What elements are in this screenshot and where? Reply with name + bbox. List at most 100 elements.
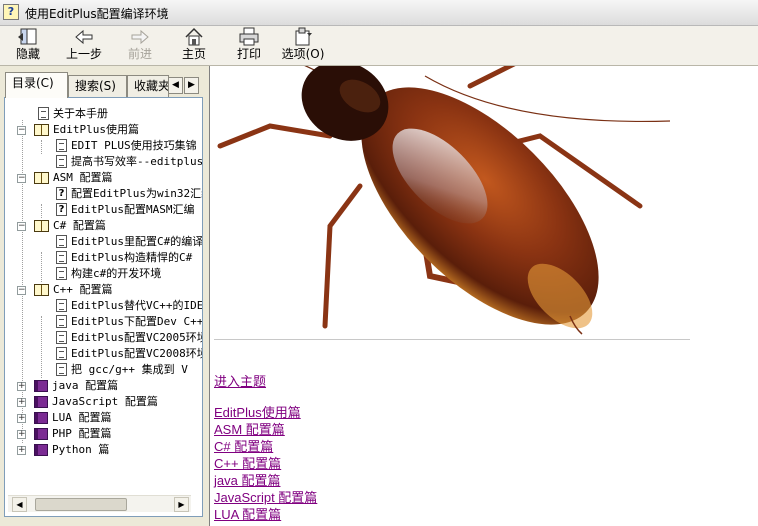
tree-folder[interactable]: Python 篇 bbox=[34, 442, 109, 458]
tree-horizontal-scrollbar[interactable]: ◀ ▶ bbox=[8, 495, 191, 512]
back-button[interactable]: 上一步 bbox=[62, 27, 106, 64]
help-app-icon[interactable]: ? bbox=[3, 4, 19, 20]
home-icon bbox=[185, 27, 203, 46]
options-label: 选项(O) bbox=[281, 47, 325, 61]
tree-connector bbox=[22, 120, 23, 443]
tree-item[interactable]: ? EditPlus配置MASM汇编 bbox=[56, 202, 194, 218]
forward-label: 前进 bbox=[127, 47, 152, 61]
tree-item[interactable]: EditPlus配置VC2005环境 bbox=[56, 330, 202, 346]
forward-arrow-icon bbox=[131, 29, 149, 45]
tree-folder[interactable]: ASM 配置篇 bbox=[34, 170, 113, 186]
tree-folder[interactable]: JavaScript 配置篇 bbox=[34, 394, 158, 410]
page-icon bbox=[56, 251, 67, 264]
scroll-thumb[interactable] bbox=[35, 498, 127, 511]
section-link[interactable]: EditPlus使用篇 bbox=[214, 404, 317, 421]
home-label: 主页 bbox=[181, 47, 206, 61]
enter-topic-link[interactable]: 进入主题 bbox=[214, 371, 266, 390]
book-closed-icon bbox=[34, 380, 48, 392]
page-icon bbox=[56, 347, 67, 360]
tab-search[interactable]: 搜索(S) bbox=[68, 75, 127, 97]
tree-item[interactable]: 提高书写效率--editplus bbox=[56, 154, 202, 170]
tree-connector bbox=[41, 140, 42, 154]
section-link[interactable]: LUA 配置篇 bbox=[214, 506, 317, 523]
collapse-toggle[interactable]: − bbox=[17, 286, 26, 295]
page-icon bbox=[56, 363, 67, 376]
expand-toggle[interactable]: + bbox=[17, 430, 26, 439]
tree-connector bbox=[41, 252, 42, 282]
home-button[interactable]: 主页 bbox=[177, 27, 211, 64]
tree-item[interactable]: 关于本手册 bbox=[38, 106, 108, 122]
tree-folder[interactable]: C++ 配置篇 bbox=[34, 282, 113, 298]
print-button[interactable]: 打印 bbox=[232, 27, 266, 64]
printer-icon bbox=[239, 27, 259, 46]
print-label: 打印 bbox=[236, 47, 261, 61]
title-bar: ? 使用EditPlus配置编译环境 bbox=[0, 0, 758, 26]
tree-folder[interactable]: PHP 配置篇 bbox=[34, 426, 112, 442]
tab-favorites[interactable]: 收藏夹 bbox=[127, 75, 169, 97]
book-closed-icon bbox=[34, 396, 48, 408]
book-closed-icon bbox=[34, 444, 48, 456]
section-link[interactable]: java 配置篇 bbox=[214, 472, 317, 489]
tab-scroll-left-icon[interactable]: ◀ bbox=[168, 77, 183, 94]
tree-item[interactable]: 把 gcc/g++ 集成到 V bbox=[56, 362, 188, 378]
hide-pane-icon bbox=[18, 28, 37, 45]
forward-button[interactable]: 前进 bbox=[123, 27, 157, 64]
topic-pane: 进入主题 EditPlus使用篇 ASM 配置篇 C# 配置篇 C++ 配置篇 … bbox=[209, 66, 758, 526]
options-icon bbox=[295, 27, 312, 46]
page-icon bbox=[56, 139, 67, 152]
back-arrow-icon bbox=[75, 29, 93, 45]
page-icon bbox=[56, 315, 67, 328]
tree-item[interactable]: EditPlus下配置Dev C++ bbox=[56, 314, 202, 330]
tree-item[interactable]: EditPlus构造精悍的C# bbox=[56, 250, 192, 266]
book-open-icon bbox=[34, 220, 49, 232]
hide-label: 隐藏 bbox=[15, 47, 40, 61]
tree-connector bbox=[41, 316, 42, 378]
book-closed-icon bbox=[34, 428, 48, 440]
options-button[interactable]: 选项(O) bbox=[280, 27, 326, 64]
tree-item[interactable]: EDIT PLUS使用技巧集锦 bbox=[56, 138, 197, 154]
expand-toggle[interactable]: + bbox=[17, 398, 26, 407]
section-link[interactable]: ASM 配置篇 bbox=[214, 421, 317, 438]
section-link[interactable]: C# 配置篇 bbox=[214, 438, 317, 455]
image-caption-strip bbox=[214, 336, 690, 340]
expand-toggle[interactable]: + bbox=[17, 414, 26, 423]
section-link-list: EditPlus使用篇 ASM 配置篇 C# 配置篇 C++ 配置篇 java … bbox=[214, 404, 317, 523]
tab-contents[interactable]: 目录(C) bbox=[5, 72, 68, 98]
collapse-toggle[interactable]: − bbox=[17, 222, 26, 231]
tree-item[interactable]: EditPlus配置VC2008环境 bbox=[56, 346, 202, 362]
toolbar: 隐藏 上一步 前进 主页 打印 选项(O) bbox=[0, 26, 758, 66]
page-icon bbox=[56, 331, 67, 344]
tree-folder[interactable]: C# 配置篇 bbox=[34, 218, 106, 234]
book-open-icon bbox=[34, 124, 49, 136]
help-page-icon: ? bbox=[56, 203, 67, 216]
scroll-left-icon[interactable]: ◀ bbox=[12, 497, 27, 512]
tree-item[interactable]: EditPlus里配置C#的编译 bbox=[56, 234, 202, 250]
navigation-pane: 目录(C) 搜索(S) 收藏夹 ◀ ▶ 关于本手册 − EditPlus使用篇 … bbox=[0, 66, 207, 526]
section-link[interactable]: JavaScript 配置篇 bbox=[214, 489, 317, 506]
book-closed-icon bbox=[34, 412, 48, 424]
tab-scroll-right-icon[interactable]: ▶ bbox=[184, 77, 199, 94]
tree-item[interactable]: EditPlus替代VC++的IDE bbox=[56, 298, 202, 314]
expand-toggle[interactable]: + bbox=[17, 382, 26, 391]
page-icon bbox=[56, 299, 67, 312]
collapse-toggle[interactable]: − bbox=[17, 174, 26, 183]
contents-tree[interactable]: 关于本手册 − EditPlus使用篇 EDIT PLUS使用技巧集锦 提高书写… bbox=[4, 97, 203, 517]
window-title: 使用EditPlus配置编译环境 bbox=[25, 7, 169, 21]
tree-folder[interactable]: EditPlus使用篇 bbox=[34, 122, 139, 138]
page-icon bbox=[56, 155, 67, 168]
page-icon bbox=[56, 267, 67, 280]
help-page-icon: ? bbox=[56, 187, 67, 200]
tree-item[interactable]: ? 配置EditPlus为win32汇编 bbox=[56, 186, 202, 202]
cockroach-image bbox=[217, 66, 671, 335]
hide-button[interactable]: 隐藏 bbox=[10, 27, 46, 64]
expand-toggle[interactable]: + bbox=[17, 446, 26, 455]
tree-folder[interactable]: java 配置篇 bbox=[34, 378, 118, 394]
tree-item[interactable]: 构建c#的开发环境 bbox=[56, 266, 161, 282]
tree-connector bbox=[41, 204, 42, 218]
page-icon bbox=[38, 107, 49, 120]
book-open-icon bbox=[34, 172, 49, 184]
scroll-right-icon[interactable]: ▶ bbox=[174, 497, 189, 512]
section-link[interactable]: C++ 配置篇 bbox=[214, 455, 317, 472]
collapse-toggle[interactable]: − bbox=[17, 126, 26, 135]
tree-folder[interactable]: LUA 配置篇 bbox=[34, 410, 112, 426]
